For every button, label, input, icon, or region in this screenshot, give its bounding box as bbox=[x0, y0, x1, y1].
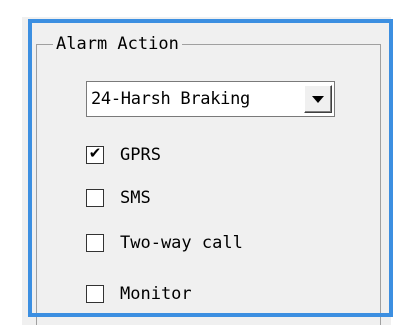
gprs-checkbox[interactable]: ✔ bbox=[86, 144, 104, 164]
monitor-label[interactable]: Monitor bbox=[120, 283, 192, 305]
checkmark-icon bbox=[88, 187, 102, 205]
alarm-type-dropdown[interactable]: 24-Harsh Braking bbox=[86, 81, 335, 117]
checkmark-icon: ✔ bbox=[88, 144, 102, 162]
checkmark-icon bbox=[88, 283, 102, 301]
alarm-action-panel-screenshot: Alarm Action 24-Harsh Braking ✔ GPRS SMS… bbox=[0, 0, 393, 325]
dropdown-button[interactable] bbox=[304, 85, 332, 113]
sms-checkbox[interactable] bbox=[86, 189, 104, 207]
sms-label[interactable]: SMS bbox=[120, 187, 151, 209]
groupbox-title: Alarm Action bbox=[53, 33, 182, 55]
chevron-down-icon bbox=[312, 96, 324, 103]
alarm-type-selected-value: 24-Harsh Braking bbox=[91, 89, 250, 109]
checkmark-icon bbox=[88, 232, 102, 250]
two-way-call-label[interactable]: Two-way call bbox=[120, 232, 243, 254]
two-way-call-checkbox[interactable] bbox=[86, 234, 104, 252]
monitor-checkbox[interactable] bbox=[86, 285, 104, 303]
gprs-label[interactable]: GPRS bbox=[120, 144, 161, 166]
